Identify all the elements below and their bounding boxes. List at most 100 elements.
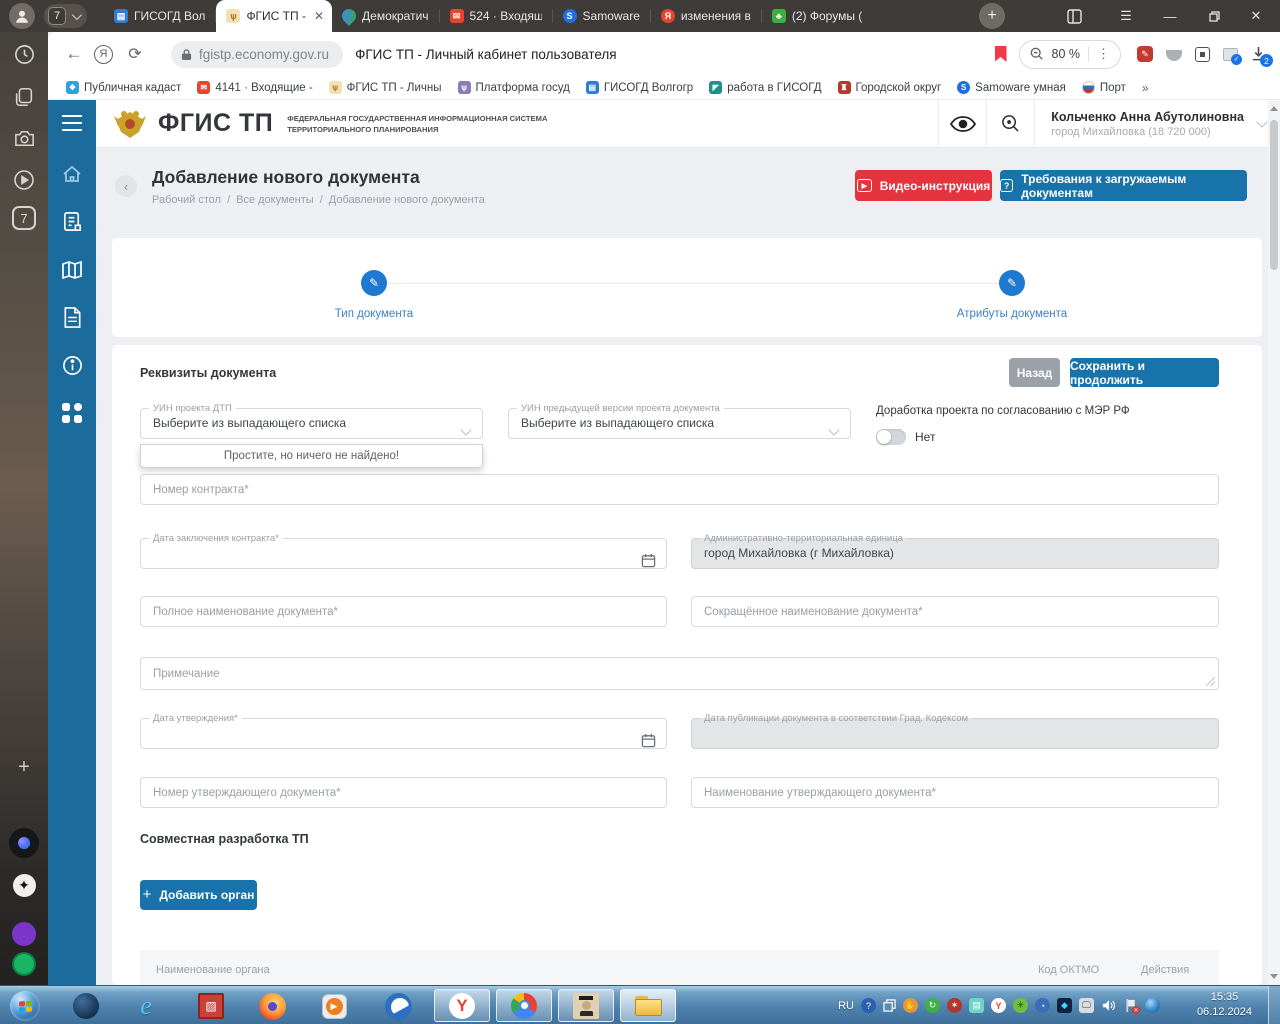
bookmarks-overflow-icon[interactable]: »: [1142, 81, 1149, 95]
sidebar-item-map[interactable]: [48, 258, 96, 282]
taskbar-media-icon[interactable]: ▶: [320, 992, 348, 1020]
bookmark-item[interactable]: Порт: [1081, 81, 1126, 94]
side-panel-icon[interactable]: [1056, 0, 1092, 32]
bookmark-item[interactable]: ◤ работа в ГИСОГД: [709, 81, 822, 94]
tray-yandex-icon[interactable]: Y: [991, 998, 1006, 1013]
bookmark-flag-icon[interactable]: [994, 46, 1007, 62]
taskbar-yandex-browser-button[interactable]: Y: [434, 989, 490, 1022]
screenshot-camera-icon[interactable]: [0, 127, 48, 150]
sidebar-item-documents[interactable]: [48, 210, 96, 233]
back-button[interactable]: ‹: [115, 175, 137, 197]
tab-group-button[interactable]: 7: [44, 4, 87, 28]
downloads-button[interactable]: 2: [1251, 46, 1273, 67]
tab-maps[interactable]: Демократич: [332, 0, 439, 32]
tab-yandex[interactable]: Я изменения в: [651, 0, 761, 32]
bookmark-item[interactable]: ѱ Платформа госуд: [457, 81, 570, 94]
bookmark-item[interactable]: S Samoware умная: [957, 81, 1066, 94]
taskbar-firefox-icon[interactable]: [258, 992, 286, 1020]
restore-button[interactable]: [1196, 0, 1232, 32]
tray-drweb-icon[interactable]: ✳: [1013, 998, 1028, 1013]
taskbar-globe-icon[interactable]: [72, 992, 100, 1020]
taskbar-explorer-button[interactable]: [620, 989, 676, 1022]
scrollbar-thumb[interactable]: [1270, 120, 1278, 270]
tray-network-icon[interactable]: 🖵: [1079, 998, 1094, 1013]
show-hidden-icons[interactable]: [883, 999, 896, 1012]
start-button[interactable]: [10, 991, 40, 1021]
url-bar[interactable]: fgistp.economy.gov.ru: [171, 40, 344, 68]
accessibility-eye-icon[interactable]: [938, 100, 986, 147]
uin-dtp-select[interactable]: УИН проекта ДТП Выберите из выпадающего …: [140, 403, 483, 439]
taskbar-ie-icon[interactable]: e: [132, 991, 160, 1020]
profile-avatar[interactable]: [9, 3, 35, 29]
tab-mail[interactable]: ✉ 524 · Входящ: [440, 0, 552, 32]
taskbar-swoosh-icon[interactable]: [384, 992, 412, 1020]
green-extension-icon[interactable]: [0, 952, 48, 976]
bookmark-item[interactable]: ❖ Публичная кадаст: [66, 81, 181, 94]
app-logo[interactable]: ФГИС ТП ФЕДЕРАЛЬНАЯ ГОСУДАРСТВЕННАЯ ИНФО…: [96, 106, 547, 142]
save-continue-button[interactable]: Сохранить и продолжить: [1070, 358, 1219, 387]
minimize-button[interactable]: —: [1152, 0, 1188, 32]
calendar-icon[interactable]: [641, 733, 656, 748]
sidebar-item-info[interactable]: [48, 354, 96, 377]
tray-diamond-icon[interactable]: ◆: [1057, 998, 1072, 1013]
sidebar-menu-icon[interactable]: [48, 114, 96, 132]
search-icon[interactable]: [986, 100, 1034, 147]
taskbar-clock[interactable]: 15:35 06.12.2024: [1197, 990, 1252, 1021]
tray-alert-flag-icon[interactable]: ✕: [1123, 998, 1140, 1014]
alice-assistant-icon[interactable]: [0, 828, 48, 858]
yandex-search-icon[interactable]: Я: [94, 44, 113, 64]
dome-extension-icon[interactable]: [1166, 50, 1182, 61]
requirements-button[interactable]: ? Требования к загружаемым документам: [1000, 170, 1247, 201]
tray-update-icon[interactable]: ↻: [925, 998, 940, 1013]
new-tab-button[interactable]: +: [979, 3, 1005, 29]
contract-date-input[interactable]: Дата заключения контракта*: [140, 533, 667, 569]
add-organ-button[interactable]: + Добавить орган: [140, 880, 257, 910]
taskbar-chrome-button[interactable]: [496, 989, 552, 1022]
help-icon[interactable]: ?: [861, 998, 876, 1013]
history-clock-icon[interactable]: [0, 43, 48, 66]
taskbar-professor-app-button[interactable]: [558, 989, 614, 1022]
collections-icon[interactable]: [0, 86, 48, 108]
seal-extension-icon[interactable]: ✎: [1137, 46, 1153, 62]
show-desktop-button[interactable]: [1268, 986, 1280, 1024]
tray-globe-icon[interactable]: [1145, 998, 1160, 1013]
back-icon[interactable]: ←: [54, 44, 94, 64]
bookmark-item[interactable]: ▤ ГИСОГД Волгогр: [585, 81, 693, 94]
add-panel-icon[interactable]: +: [0, 756, 48, 779]
tray-bug-icon[interactable]: ✶: [947, 998, 962, 1013]
tab-samoware[interactable]: S Samoware: [553, 0, 650, 32]
uin-prev-select[interactable]: УИН предыдущей версии проекта документа …: [508, 403, 851, 439]
print-check-extension-icon[interactable]: ✓: [1223, 47, 1242, 65]
zoom-control[interactable]: 80 % ⋮: [1018, 39, 1121, 69]
taskbar-image-app-icon[interactable]: ▨: [197, 992, 225, 1020]
back-step-button[interactable]: Назад: [1009, 358, 1060, 387]
video-instruction-button[interactable]: ▶ Видео-инструкция: [855, 170, 992, 201]
tab-fgis-tp-active[interactable]: ѱ ФГИС ТП - ✕: [216, 0, 333, 32]
menu-icon[interactable]: ☰: [1108, 0, 1144, 32]
user-menu[interactable]: Кольченко Анна Абутолиновна город Михайл…: [1034, 100, 1280, 147]
stepper-step-type[interactable]: ✎ Тип документа: [294, 270, 454, 320]
approving-name-input[interactable]: Наименование утверждающего документа*: [691, 777, 1219, 808]
sidebar-badge[interactable]: 7: [0, 206, 48, 230]
note-textarea[interactable]: Примечание: [140, 657, 1219, 690]
tray-chat-icon[interactable]: ▤: [969, 998, 984, 1013]
outline-extension-icon[interactable]: [1195, 46, 1210, 62]
page-scrollbar[interactable]: [1268, 100, 1280, 985]
sidebar-item-home[interactable]: [48, 162, 96, 186]
sidebar-item-apps[interactable]: [48, 402, 96, 424]
approval-date-input[interactable]: Дата утверждения*: [140, 713, 667, 749]
breadcrumb-item[interactable]: Рабочий стол: [152, 194, 221, 206]
tray-gauge-icon[interactable]: ◔: [1035, 998, 1050, 1013]
tab-gisogd[interactable]: ▤ ГИСОГД Вол: [104, 0, 215, 32]
sidebar-item-file[interactable]: [48, 306, 96, 329]
short-name-input[interactable]: Сокращённое наименование документа*: [691, 596, 1219, 627]
scroll-up-icon[interactable]: [1270, 106, 1278, 111]
play-video-icon[interactable]: [0, 168, 48, 192]
language-indicator[interactable]: RU: [838, 1000, 854, 1012]
star-extension-icon[interactable]: ✦: [0, 874, 48, 897]
calendar-icon[interactable]: [641, 553, 656, 568]
tab-close-icon[interactable]: ✕: [314, 9, 324, 23]
breadcrumb-item[interactable]: Все документы: [236, 194, 314, 206]
purple-extension-icon[interactable]: [0, 922, 48, 946]
bookmark-item[interactable]: ♜ Городской округ: [837, 81, 941, 94]
